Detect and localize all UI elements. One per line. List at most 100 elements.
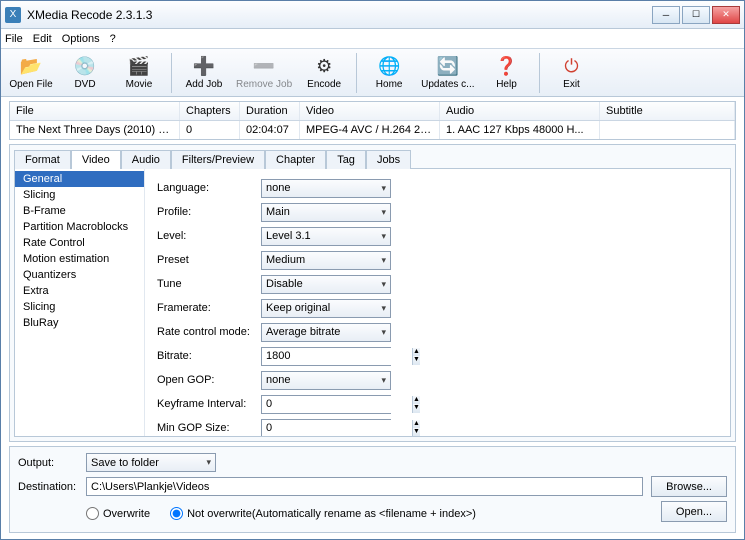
side-item-extra[interactable]: Extra [15,283,144,299]
ratecontrol-label: Rate control mode: [157,326,261,338]
not-overwrite-radio[interactable] [170,507,183,520]
side-item-general[interactable]: General [15,171,144,187]
toolbar-label: Open File [9,79,52,90]
side-item-partition-macroblocks[interactable]: Partition Macroblocks [15,219,144,235]
file-list: File Chapters Duration Video Audio Subti… [9,101,736,140]
tab-format[interactable]: Format [14,150,71,169]
cell-duration: 02:04:07 [240,121,300,139]
file-row[interactable]: The Next Three Days (2010) MV4 NL ...002… [10,121,735,139]
cell-subtitle [600,121,735,139]
col-file[interactable]: File [10,102,180,120]
menu-edit[interactable]: Edit [33,33,52,45]
side-item-motion-estimation[interactable]: Motion estimation [15,251,144,267]
tune-dropdown[interactable]: Disable [261,275,391,294]
ratecontrol-dropdown[interactable]: Average bitrate [261,323,391,342]
toolbar-label: Movie [126,79,153,90]
close-button[interactable]: ✕ [712,6,740,24]
tab-filters-preview[interactable]: Filters/Preview [171,150,265,169]
movie-button[interactable]: 🎬Movie [113,51,165,95]
spin-up[interactable]: ▲ [413,348,420,357]
bitrate-label: Bitrate: [157,350,261,362]
menu-file[interactable]: File [5,33,23,45]
cell-file: The Next Three Days (2010) MV4 NL ... [10,121,180,139]
browse-button[interactable]: Browse... [651,476,727,497]
keyframe-label: Keyframe Interval: [157,398,261,410]
output-label: Output: [18,457,78,469]
keyframe-input[interactable] [262,396,412,413]
framerate-dropdown[interactable]: Keep original [261,299,391,318]
spin-down[interactable]: ▼ [413,404,420,413]
toolbar-separator [356,53,357,93]
output-mode-dropdown[interactable]: Save to folder [86,453,216,472]
side-item-b-frame[interactable]: B-Frame [15,203,144,219]
bitrate-spinner[interactable]: ▲▼ [261,347,391,366]
tab-jobs[interactable]: Jobs [366,150,411,169]
col-chapters[interactable]: Chapters [180,102,240,120]
tab-chapter[interactable]: Chapter [265,150,326,169]
preset-dropdown[interactable]: Medium [261,251,391,270]
level-label: Level: [157,230,261,242]
overwrite-label: Overwrite [103,508,150,520]
toolbar-separator [171,53,172,93]
menubar: File Edit Options? [1,29,744,49]
menu-q[interactable]: ? [110,33,116,45]
minimize-button[interactable]: ─ [652,6,680,24]
cell-chapters: 0 [180,121,240,139]
encode-button[interactable]: ⚙Encode [298,51,350,95]
mingop-input[interactable] [262,420,412,437]
updates-icon: 🔄 [437,56,459,78]
spin-down[interactable]: ▼ [413,428,420,436]
col-audio[interactable]: Audio [440,102,600,120]
opengop-label: Open GOP: [157,374,261,386]
toolbar-label: Remove Job [236,79,292,90]
tab-audio[interactable]: Audio [121,150,171,169]
side-item-quantizers[interactable]: Quantizers [15,267,144,283]
preset-label: Preset [157,254,261,266]
side-item-slicing[interactable]: Slicing [15,299,144,315]
help-icon: ❓ [496,56,518,78]
toolbar-label: Help [496,79,517,90]
window-title: XMedia Recode 2.3.1.3 [27,8,652,22]
col-subtitle[interactable]: Subtitle [600,102,735,120]
dvd-icon: 💿 [74,56,96,78]
movie-icon: 🎬 [128,56,150,78]
tab-video[interactable]: Video [71,150,121,169]
col-video[interactable]: Video [300,102,440,120]
toolbar-label: Updates c... [421,79,474,90]
home-button[interactable]: 🌐Home [363,51,415,95]
exit-icon: ⏻ [561,56,583,78]
open-button[interactable]: Open... [661,501,727,522]
side-item-slicing[interactable]: Slicing [15,187,144,203]
menu-options[interactable]: Options [62,33,100,45]
bitrate-input[interactable] [262,348,412,365]
updates-button[interactable]: 🔄Updates c... [417,51,478,95]
exit-button[interactable]: ⏻Exit [546,51,598,95]
spin-up[interactable]: ▲ [413,396,420,405]
opengop-dropdown[interactable]: none [261,371,391,390]
side-item-rate-control[interactable]: Rate Control [15,235,144,251]
overwrite-radio[interactable] [86,507,99,520]
level-dropdown[interactable]: Level 3.1 [261,227,391,246]
spin-up[interactable]: ▲ [413,420,420,429]
not-overwrite-label: Not overwrite(Automatically rename as <f… [187,508,476,520]
maximize-button[interactable]: ☐ [682,6,710,24]
language-dropdown[interactable]: none [261,179,391,198]
side-item-bluray[interactable]: BluRay [15,315,144,331]
profile-dropdown[interactable]: Main [261,203,391,222]
remove-job-icon: ➖ [253,56,275,78]
destination-input[interactable] [86,477,643,496]
keyframe-spinner[interactable]: ▲▼ [261,395,391,414]
mingop-spinner[interactable]: ▲▼ [261,419,391,437]
add-job-icon: ➕ [193,56,215,78]
open-file-button[interactable]: 📂Open File [5,51,57,95]
col-duration[interactable]: Duration [240,102,300,120]
cell-audio: 1. AAC 127 Kbps 48000 H... [440,121,600,139]
app-window: X XMedia Recode 2.3.1.3 ─ ☐ ✕ FileEditOp… [0,0,745,540]
spin-down[interactable]: ▼ [413,356,420,365]
toolbar-label: Encode [307,79,341,90]
toolbar-label: DVD [74,79,95,90]
help-button[interactable]: ❓Help [481,51,533,95]
tab-tag[interactable]: Tag [326,150,366,169]
dvd-button[interactable]: 💿DVD [59,51,111,95]
add-job-button[interactable]: ➕Add Job [178,51,230,95]
